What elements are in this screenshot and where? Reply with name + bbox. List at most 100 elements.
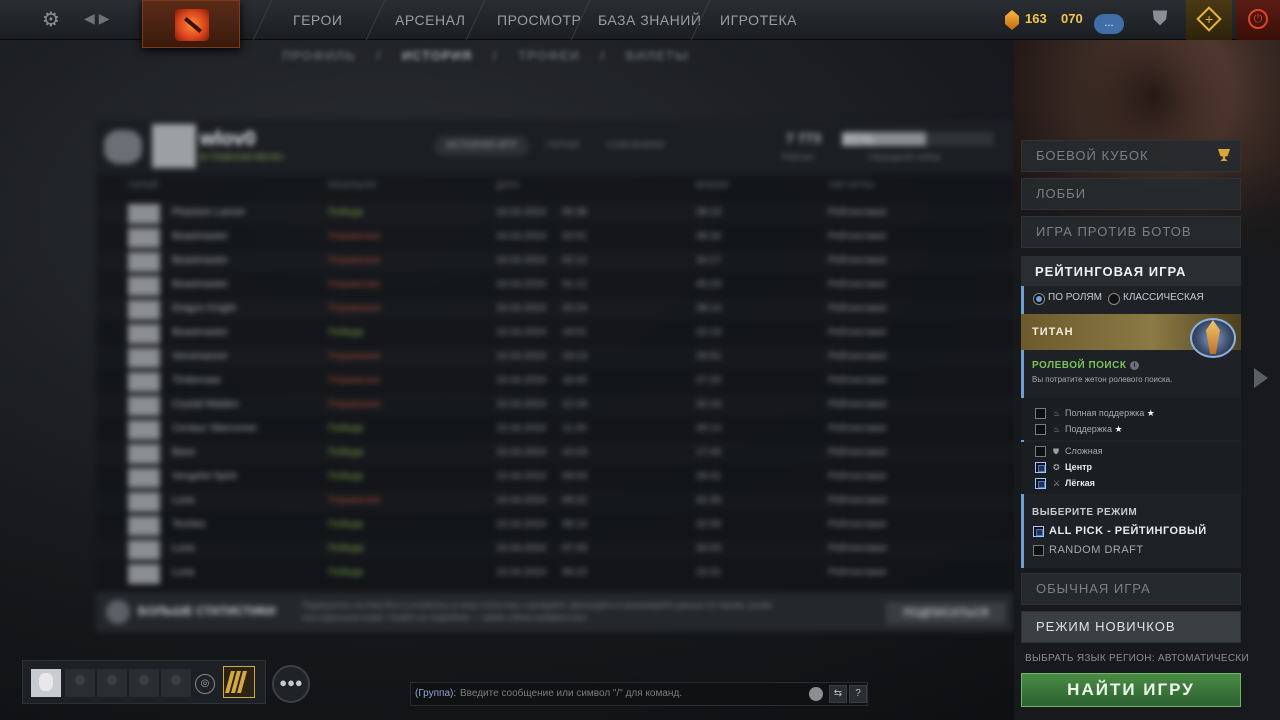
party-slot-empty[interactable] [97,669,127,697]
currency-display[interactable]: 163 070 [1003,8,1087,34]
role-checkbox-offlane[interactable] [1035,446,1046,457]
hero-portrait-icon [128,540,160,560]
region-select-link[interactable]: РЕГИОН: АВТОМАТИЧЕСКИ [1109,653,1249,664]
match-date: 15.04.2024 [496,543,547,554]
party-slot-empty[interactable] [161,669,191,697]
armory-icon[interactable]: ⛊ [1148,8,1172,32]
chat-notification-icon[interactable]: ... [1094,14,1124,34]
rank-name: ТИТАН [1032,326,1074,338]
subscribe-button[interactable]: ПОДПИСАТЬСЯ [886,602,1006,624]
bot-match-button[interactable]: ИГРА ПРОТИВ БОТОВ [1021,216,1241,248]
nav-heroes[interactable]: ГЕРОИ [293,12,342,28]
table-row[interactable]: Vengeful Spirit Победа 15.04.2024 09:53 29:4… [96,466,1014,488]
table-row[interactable]: Beastmaster Поражение 16.04.2024 01:12 45:29… [96,274,1014,296]
normal-game-button[interactable]: ОБЫЧНАЯ ИГРА [1021,573,1241,605]
settings-gear-icon[interactable]: ⚙ [40,9,62,31]
column-game-type[interactable]: ТИП ИГРЫ [828,180,874,190]
chat-input[interactable]: Введите сообщение или символ "/" для ком… [460,688,682,699]
hero-name: Beastmaster [172,327,229,338]
role-checkbox-safelane[interactable] [1035,478,1046,489]
mode-checkbox-all-pick[interactable] [1033,526,1044,537]
tab-heroes[interactable]: ГЕРОИ [534,136,592,156]
new-player-mode-button[interactable]: РЕЖИМ НОВИЧКОВ [1021,611,1241,643]
table-row[interactable]: Luna Поражение 15.04.2024 09:22 42:35 Рейтинг… [96,490,1014,512]
column-hero[interactable]: ГЕРОЙ [128,180,158,190]
subnav-trophies[interactable]: ТРОФЕИ [518,48,580,63]
match-result: Поражение [328,375,381,386]
radio-classic-label[interactable]: КЛАССИЧЕСКАЯ [1123,292,1204,303]
dota-plus-card-icon[interactable] [223,666,255,698]
avatar[interactable] [152,124,196,168]
history-arrows[interactable]: ◀▶ [84,10,114,27]
subnav-profile[interactable]: ПРОФИЛЬ [282,48,356,63]
party-slot-self-avatar[interactable] [31,669,61,697]
mode-label-random-draft[interactable]: RANDOM DRAFT [1049,544,1144,556]
table-row[interactable]: Venomancer Поражение 15.04.2024 19:13 29:51 Р… [96,346,1014,368]
role-label-support[interactable]: Поддержка ★ [1065,424,1123,435]
chat-channel-label[interactable]: (Группа): [415,688,456,699]
table-row[interactable]: Bane Победа 15.04.2024 10:43 17:40 Рейтингова… [96,442,1014,464]
match-duration: 29:51 [696,351,722,362]
role-label-mid[interactable]: Центр [1065,462,1092,472]
table-row[interactable]: Dragon Knight Поражение 15.04.2024 20:24 38:… [96,298,1014,320]
party-slot-empty[interactable] [65,669,95,697]
role-label-offlane[interactable]: Сложная [1065,446,1103,456]
info-icon[interactable]: i [1130,361,1139,370]
role-checkbox-hard-support[interactable] [1035,408,1046,419]
find-match-button[interactable]: НАЙТИ ИГРУ [1021,673,1241,707]
match-type: Рейтинговая [828,519,887,530]
battle-cup-button[interactable]: БОЕВОЙ КУБОК [1021,140,1241,172]
table-row[interactable]: Phantom Lancer Победа 16.04.2024 05:38 38:19… [96,202,1014,224]
table-row[interactable]: Beastmaster Поражение 16.04.2024 02:12 34:17… [96,250,1014,272]
hero-portrait-icon [128,420,160,440]
lobby-button[interactable]: ЛОББИ [1021,178,1241,210]
party-slot-empty[interactable] [129,669,159,697]
nav-knowledge-base[interactable]: БАЗА ЗНАНИЙ [598,12,701,28]
table-row[interactable]: Centaur Warrunner Победа 15.04.2024 11:20 26… [96,418,1014,440]
subnav-tickets[interactable]: БИЛЕТЫ [626,48,689,63]
tab-allies[interactable]: СОЮЗНИКИ [594,136,676,156]
role-checkbox-mid[interactable] [1035,462,1046,473]
radio-by-roles-label[interactable]: ПО РОЛЯМ [1048,292,1102,303]
radio-by-roles[interactable] [1033,293,1045,305]
dota-plus-button[interactable]: + [1186,0,1232,40]
hero-name: Phantom Lancer [172,207,246,218]
friends-group-icon[interactable]: ●●● [272,665,310,703]
emoticon-icon[interactable] [809,687,823,701]
match-result: Победа [328,519,364,530]
subnav-history[interactable]: ИСТОРИЯ [402,48,473,63]
exit-button[interactable]: ⏻ [1236,0,1280,40]
dota-home-button[interactable] [142,0,240,48]
table-row[interactable]: Beastmaster Победа 15.04.2024 19:51 22:19 Рей… [96,322,1014,344]
tab-match-history[interactable]: ИСТОРИЯ ИГР [434,136,529,156]
mode-label-all-pick[interactable]: ALL PICK - РЕЙТИНГОВЫЙ [1049,525,1207,537]
match-result: Победа [328,543,364,554]
column-date[interactable]: ДАТА [496,180,519,190]
panel-expand-arrow-icon[interactable] [1254,368,1268,388]
nav-watch[interactable]: ПРОСМОТР [497,12,581,28]
match-duration: 38:14 [696,303,722,314]
match-type: Рейтинговая [828,207,887,218]
table-row[interactable]: Luna Победа 15.04.2024 06:23 23:31 Рейтингова… [96,562,1014,584]
voice-chat-headset-icon[interactable]: ◎ [195,674,215,694]
table-row[interactable]: Crystal Maiden Поражение 15.04.2024 12:16 32… [96,394,1014,416]
hero-portrait-icon [128,276,160,296]
radio-classic[interactable] [1108,293,1120,305]
match-type: Рейтинговая [828,495,887,506]
select-language-link[interactable]: ВЫБРАТЬ ЯЗЫК [1025,653,1106,664]
column-duration[interactable]: ВРЕМЯ [696,180,728,190]
hero-portrait-icon [128,516,160,536]
role-checkbox-support[interactable] [1035,424,1046,435]
nav-arsenal[interactable]: АРСЕНАЛ [395,12,465,28]
role-label-safelane[interactable]: Лёгкая [1065,478,1095,488]
chat-channel-switch-icon[interactable]: ⇆ [829,685,847,703]
column-result[interactable]: РЕЗУЛЬТАТ [328,180,377,190]
role-label-hard-support[interactable]: Полная поддержка ★ [1065,408,1155,419]
chat-help-button[interactable]: ? [849,685,867,703]
nav-arcade[interactable]: ИГРОТЕКА [720,12,797,28]
table-row[interactable]: Techies Победа 15.04.2024 08:14 32:00 Рейтинг… [96,514,1014,536]
table-row[interactable]: Timbersaw Поражение 15.04.2024 18:40 27:20 Ре… [96,370,1014,392]
table-row[interactable]: Beastmaster Поражение 16.04.2024 02:51 38:34… [96,226,1014,248]
table-row[interactable]: Luna Победа 15.04.2024 07:33 34:03 Рейтингова… [96,538,1014,560]
mode-checkbox-random-draft[interactable] [1033,545,1044,556]
